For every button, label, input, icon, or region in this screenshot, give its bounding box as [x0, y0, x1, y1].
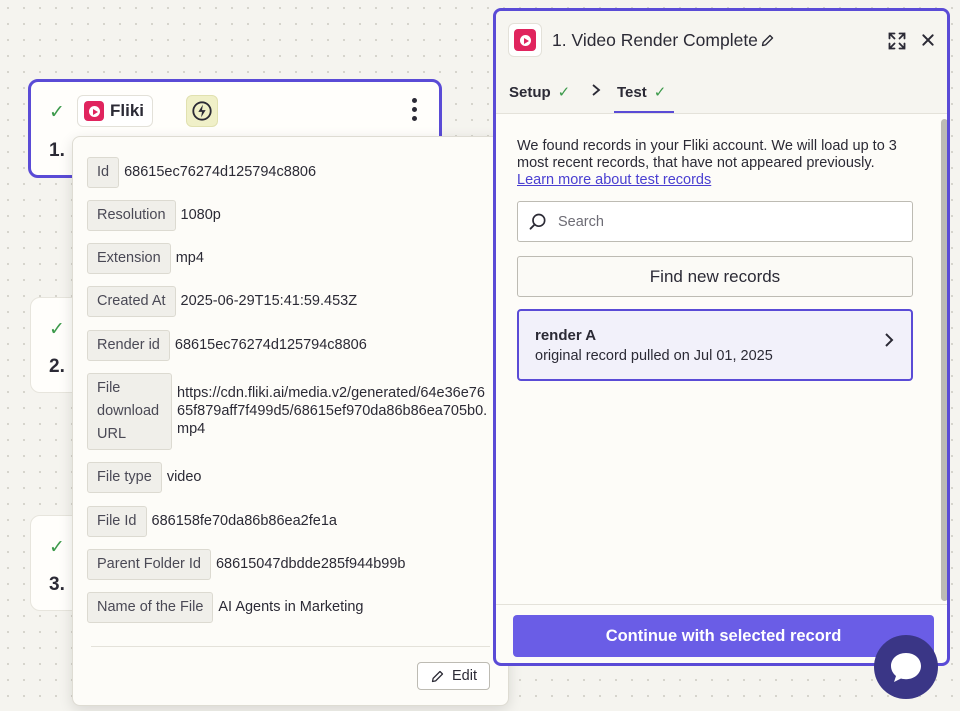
learn-more-link[interactable]: Learn more about test records [517, 172, 711, 188]
tab-test[interactable]: Test ✓ [617, 83, 667, 102]
find-new-records-button[interactable]: Find new records [517, 256, 913, 297]
field-row-extension: Extension mp4 [87, 243, 204, 274]
tab-label: Test [617, 83, 647, 101]
field-value: 68615ec76274d125794c8806 [124, 164, 317, 180]
field-key: File download URL [87, 373, 172, 450]
app-chip [508, 23, 542, 57]
step-number: 3. [49, 574, 65, 595]
chat-button[interactable] [874, 635, 938, 699]
field-value: video [166, 469, 202, 485]
field-row-file-name: Name of the File AI Agents in Marketing [87, 592, 363, 623]
panel-title[interactable]: 1. Video Render Complete [552, 30, 758, 51]
continue-button[interactable]: Continue with selected record [513, 615, 934, 657]
record-subtitle: original record pulled on Jul 01, 2025 [535, 348, 773, 364]
chat-icon [891, 653, 921, 682]
field-key: Render id [87, 330, 170, 361]
step-number: 1. [49, 140, 65, 161]
field-row-resolution: Resolution 1080p [87, 200, 221, 231]
field-value: mp4 [175, 250, 204, 266]
edit-button[interactable]: Edit [417, 662, 490, 690]
step-details-panel: 1. Video Render Complete Setup ✓ Test ✓ [493, 8, 950, 666]
more-vertical-icon[interactable] [412, 98, 417, 121]
check-icon: ✓ [49, 319, 65, 340]
close-icon[interactable] [920, 32, 936, 48]
tab-setup[interactable]: Setup ✓ [509, 83, 571, 102]
field-row-file-id: File Id 686158fe70da86b86ea2fe1a [87, 506, 337, 537]
field-row-id: Id 68615ec76274d125794c8806 [87, 157, 316, 188]
scrollbar-thumb[interactable] [941, 119, 947, 601]
app-name: Fliki [110, 101, 145, 120]
step-number: 2. [49, 356, 65, 377]
active-tab-indicator [614, 111, 674, 113]
field-row-render-id: Render id 68615ec76274d125794c8806 [87, 330, 367, 361]
chevron-right-icon [592, 84, 601, 96]
field-key: Parent Folder Id [87, 549, 211, 580]
divider [496, 604, 947, 605]
pencil-icon [431, 670, 444, 682]
intro-message: We found records in your Fliki account. … [517, 138, 897, 171]
field-row-file-download-url: File download URL https://cdn.fliki.ai/m… [87, 373, 492, 450]
bolt-icon [186, 95, 218, 127]
fliki-logo-icon [84, 101, 104, 121]
field-key: File Id [87, 506, 147, 537]
field-value: AI Agents in Marketing [218, 599, 364, 615]
fliki-logo-icon [514, 29, 536, 51]
check-icon: ✓ [49, 102, 65, 123]
field-key: Name of the File [87, 592, 214, 623]
field-key: File type [87, 462, 162, 493]
field-value: 1080p [180, 207, 221, 223]
check-icon: ✓ [653, 84, 667, 101]
check-icon: ✓ [557, 84, 571, 101]
field-key: Created At [87, 286, 176, 317]
field-row-file-type: File type video [87, 462, 201, 493]
search-box[interactable] [517, 201, 913, 242]
record-item[interactable]: render A original record pulled on Jul 0… [517, 309, 913, 381]
panel-tabs: Setup ✓ Test ✓ [496, 69, 947, 114]
field-row-created-at: Created At 2025-06-29T15:41:59.453Z [87, 286, 357, 317]
field-row-parent-folder-id: Parent Folder Id 68615047dbdde285f944b99… [87, 549, 406, 580]
field-key: Resolution [87, 200, 176, 231]
field-value: https://cdn.fliki.ai/media.v2/generated/… [177, 385, 488, 437]
intro-text: We found records in your Fliki account. … [517, 138, 917, 189]
divider [91, 646, 490, 647]
field-value: 2025-06-29T15:41:59.453Z [180, 293, 358, 309]
search-input[interactable] [558, 213, 888, 230]
record-title: render A [535, 327, 597, 344]
expand-icon[interactable] [887, 31, 907, 51]
field-key: Id [87, 157, 120, 188]
app-chip: Fliki [77, 95, 154, 127]
tab-label: Setup [509, 83, 551, 101]
field-value: 68615047dbdde285f944b99b [215, 556, 406, 572]
check-icon: ✓ [49, 537, 65, 558]
field-key: Extension [87, 243, 171, 274]
record-details-popup: Id 68615ec76274d125794c8806 Resolution 1… [72, 136, 509, 706]
panel-header: 1. Video Render Complete [496, 11, 947, 69]
chevron-right-icon [885, 333, 894, 347]
field-value: 68615ec76274d125794c8806 [174, 337, 367, 353]
edit-label: Edit [452, 668, 477, 684]
pencil-icon[interactable] [760, 33, 775, 48]
field-value: 686158fe70da86b86ea2fe1a [151, 513, 337, 529]
search-icon [529, 213, 546, 230]
